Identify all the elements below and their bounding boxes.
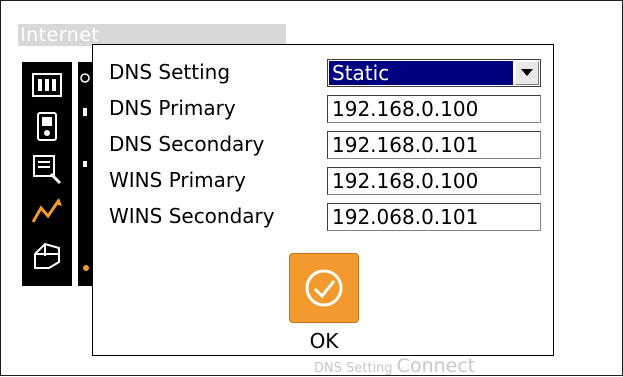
dropdown-arrow-button[interactable] <box>515 61 539 85</box>
dns-secondary-field[interactable]: 192.168.0.101 <box>327 131 541 159</box>
dns-primary-field[interactable]: 192.168.0.100 <box>327 95 541 123</box>
dns-setting-value[interactable]: Static <box>329 61 513 85</box>
background-footer: DNS Setting Connect <box>314 355 475 377</box>
dns-setting-label: DNS Setting <box>109 60 231 84</box>
network-card-icon[interactable] <box>29 68 65 102</box>
wins-primary-label: WINS Primary <box>109 168 246 192</box>
window-title: Internet <box>18 24 286 46</box>
info-icon <box>80 102 90 116</box>
footer-connect-label: Connect <box>396 355 476 377</box>
checkmark-icon <box>305 269 343 307</box>
dns-setting-select[interactable]: Static <box>327 59 541 87</box>
dns-secondary-row: DNS Secondary 192.168.0.101 <box>93 131 553 159</box>
signal-graph-icon[interactable] <box>29 194 65 228</box>
dns-settings-dialog: DNS Setting Static DNS Primary 192.168.0… <box>92 44 554 356</box>
device-icon[interactable] <box>29 110 65 144</box>
left-toolbar <box>22 62 72 286</box>
chevron-down-icon <box>521 69 533 76</box>
footer-dns-setting-label: DNS Setting <box>314 361 393 376</box>
wins-primary-row: WINS Primary 192.168.0.100 <box>93 167 553 195</box>
hand-device-icon[interactable] <box>29 238 65 272</box>
orange-dot-icon <box>80 258 90 271</box>
ok-label: OK <box>309 329 339 353</box>
wins-secondary-label: WINS Secondary <box>109 204 275 228</box>
dns-secondary-label: DNS Secondary <box>109 132 265 156</box>
wins-secondary-field[interactable]: 192.068.0.101 <box>327 203 541 231</box>
dns-setting-row: DNS Setting Static <box>93 59 553 87</box>
marker-icon <box>80 154 90 167</box>
wins-secondary-row: WINS Secondary 192.068.0.101 <box>93 203 553 231</box>
dns-primary-row: DNS Primary 192.168.0.100 <box>93 95 553 123</box>
ok-button[interactable] <box>289 253 359 323</box>
dns-primary-label: DNS Primary <box>109 96 236 120</box>
radio-icon <box>80 68 90 83</box>
wins-primary-field[interactable]: 192.168.0.100 <box>327 167 541 195</box>
background-panel-edge <box>78 62 92 286</box>
document-search-icon[interactable] <box>29 152 65 186</box>
